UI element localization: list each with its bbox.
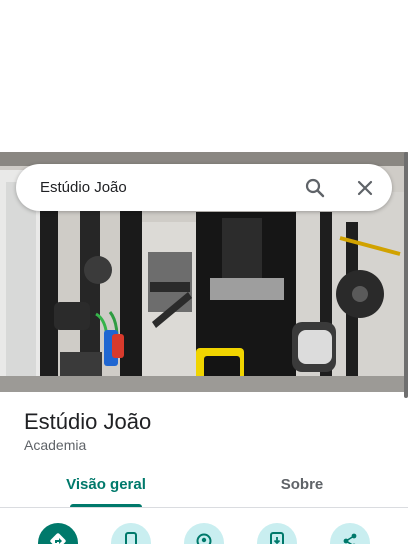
tab-overview[interactable]: Visão geral [40,470,172,508]
maps-place-page: Estúdio João Estúdio João Academia Visão… [0,0,408,544]
search-icon[interactable] [300,173,330,203]
directions-icon [49,532,67,544]
close-icon[interactable] [350,173,380,203]
search-bar[interactable]: Estúdio João [16,164,392,211]
search-input[interactable]: Estúdio João [40,164,127,211]
tab-divider [0,507,408,508]
place-title: Estúdio João [24,409,152,434]
save-to-phone-icon [269,532,285,544]
send-to-phone-button[interactable] [257,523,297,544]
share-icon [342,532,358,544]
scrollbar[interactable] [404,152,408,398]
directions-button[interactable] [38,523,78,544]
share-button[interactable] [330,523,370,544]
location-icon [195,532,213,544]
call-button[interactable] [111,523,151,544]
nearby-button[interactable] [184,523,224,544]
place-category: Academia [24,437,87,453]
tab-about[interactable]: Sobre [236,470,368,508]
phone-icon [124,532,138,544]
